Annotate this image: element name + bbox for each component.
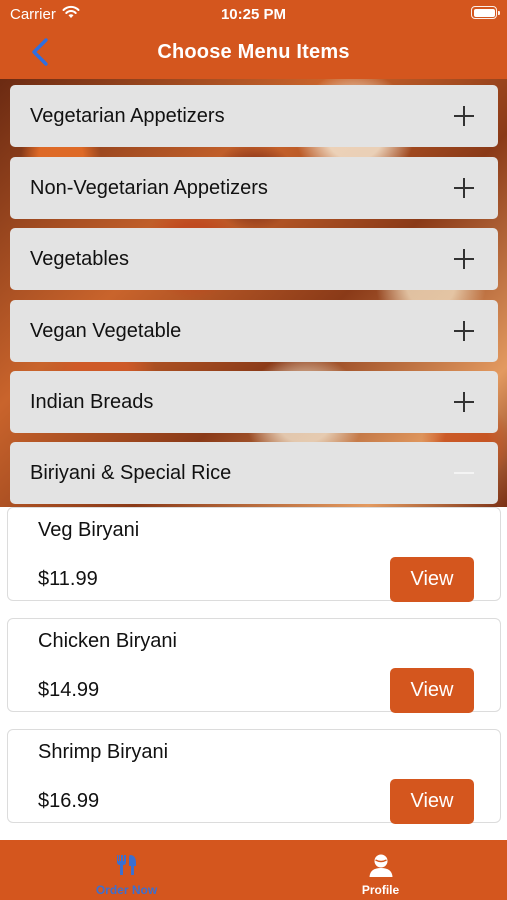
menu-item-card: Shrimp Biryani $16.99 View bbox=[7, 729, 501, 824]
clock: 10:25 PM bbox=[220, 6, 287, 23]
tab-bar: Order Now Profile bbox=[0, 840, 507, 900]
category-label: Vegan Vegetable bbox=[30, 320, 182, 342]
nav-bar: Carrier 10:25 PM Choose Menu Items bbox=[0, 0, 507, 79]
plus-icon[interactable] bbox=[454, 106, 474, 126]
category-vegetables[interactable]: Vegetables bbox=[10, 228, 498, 290]
item-name: Shrimp Biryani bbox=[38, 741, 169, 763]
page-title: Choose Menu Items bbox=[157, 41, 350, 63]
menu-item-card: Veg Biryani $11.99 View bbox=[7, 507, 501, 602]
category-label: Non-Vegetarian Appetizers bbox=[30, 177, 268, 199]
minus-icon[interactable] bbox=[454, 472, 474, 474]
category-vegetarian-appetizers[interactable]: Vegetarian Appetizers bbox=[10, 85, 498, 147]
battery-icon bbox=[471, 6, 500, 19]
tab-profile[interactable]: Profile bbox=[254, 840, 507, 900]
tab-label: Order Now bbox=[95, 883, 158, 897]
utensils-icon bbox=[116, 855, 136, 875]
category-vegan-vegetable[interactable]: Vegan Vegetable bbox=[10, 300, 498, 362]
category-label: Biriyani & Special Rice bbox=[30, 462, 232, 484]
category-label: Indian Breads bbox=[30, 391, 154, 413]
plus-icon[interactable] bbox=[454, 392, 474, 412]
plus-icon[interactable] bbox=[454, 249, 474, 269]
user-icon bbox=[369, 854, 392, 877]
view-button[interactable]: View bbox=[390, 668, 474, 713]
category-label: Vegetarian Appetizers bbox=[30, 105, 225, 127]
plus-icon[interactable] bbox=[454, 178, 474, 198]
view-button[interactable]: View bbox=[390, 557, 474, 602]
status-bar: Carrier 10:25 PM bbox=[0, 0, 507, 28]
view-button[interactable]: View bbox=[390, 779, 474, 824]
item-price: $11.99 bbox=[38, 568, 98, 590]
item-price: $16.99 bbox=[38, 790, 100, 812]
tab-label: Profile bbox=[361, 883, 400, 897]
tab-order-now[interactable]: Order Now bbox=[0, 840, 253, 900]
category-biriyani-special-rice[interactable]: Biriyani & Special Rice bbox=[10, 442, 498, 504]
category-label: Vegetables bbox=[30, 248, 129, 270]
item-price: $14.99 bbox=[38, 679, 100, 701]
item-name: Chicken Biryani bbox=[38, 630, 177, 652]
menu-items-list: Veg Biryani $11.99 View Chicken Biryani … bbox=[0, 507, 507, 840]
menu-item-card: Chicken Biryani $14.99 View bbox=[7, 618, 501, 713]
category-non-vegetarian-appetizers[interactable]: Non-Vegetarian Appetizers bbox=[10, 157, 498, 219]
plus-icon[interactable] bbox=[454, 321, 474, 341]
item-name: Veg Biryani bbox=[38, 519, 140, 541]
category-indian-breads[interactable]: Indian Breads bbox=[10, 371, 498, 433]
screen: Carrier 10:25 PM Choose Menu Items Veget… bbox=[0, 0, 507, 900]
